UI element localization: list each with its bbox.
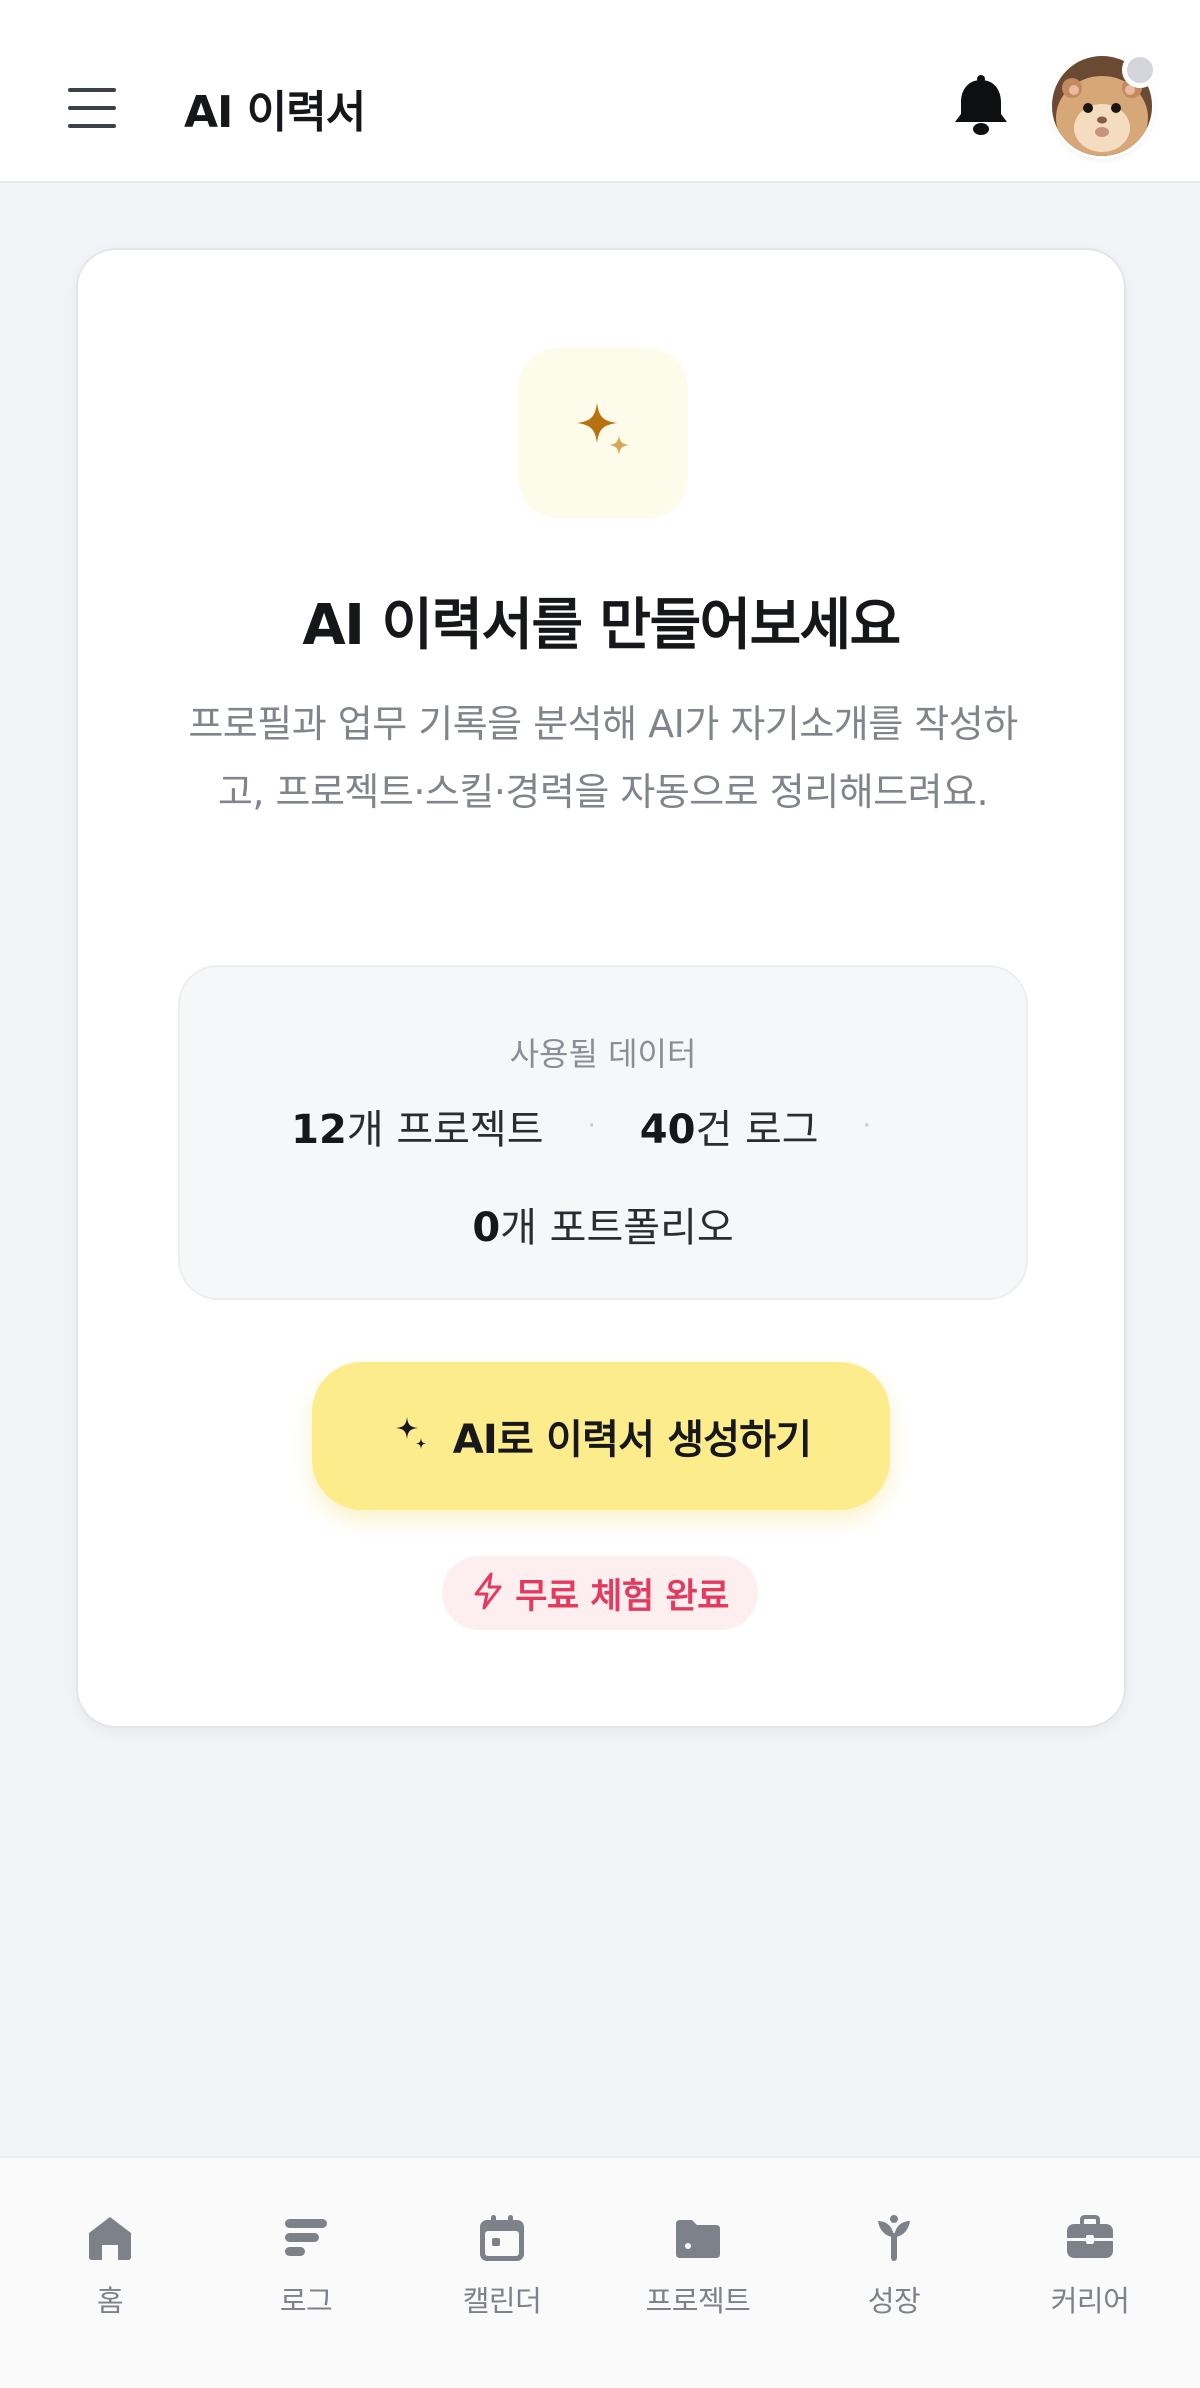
sparkle-icon	[391, 1414, 431, 1458]
data-summary-row: 0개 포트폴리오	[180, 1195, 1026, 1253]
page-title: AI 이력서	[184, 87, 366, 138]
nav-label: 캘린더	[462, 2284, 542, 2318]
nav-label: 성장	[867, 2284, 921, 2318]
briefcase-icon	[1062, 2210, 1118, 2266]
bell-icon[interactable]	[950, 74, 1012, 140]
data-summary-box: 사용될 데이터 12개 프로젝트 · 40건 로그 · 0개 포트폴리오	[178, 965, 1028, 1300]
bottom-navigation: 홈 로그 캘린더 프로젝트 성장 커리어	[0, 2156, 1200, 2388]
status-indicator-dot	[1122, 52, 1158, 88]
log-count: 40건 로그	[639, 1107, 819, 1153]
nav-item-project[interactable]: 프로젝트	[600, 2210, 796, 2330]
home-icon	[82, 2210, 138, 2266]
log-lines-icon	[278, 2210, 334, 2266]
nav-label: 커리어	[1050, 2284, 1130, 2318]
trial-status-label: 무료 체험 완료	[515, 1576, 729, 1617]
data-summary-label: 사용될 데이터	[509, 1035, 697, 1073]
calendar-icon	[474, 2210, 530, 2266]
card-description: 프로필과 업무 기록을 분석해 AI가 자기소개를 작성하고, 프로젝트·스킬·…	[188, 702, 1018, 814]
separator-dot: ·	[862, 1111, 871, 1141]
generate-resume-label: AI로 이력서 생성하기	[452, 1417, 812, 1463]
nav-item-calendar[interactable]: 캘린더	[404, 2210, 600, 2330]
nav-label: 홈	[96, 2284, 124, 2318]
portfolio-count: 0개 포트폴리오	[472, 1205, 734, 1251]
separator-dot: ·	[587, 1111, 596, 1141]
trial-status-badge: 무료 체험 완료	[442, 1556, 758, 1630]
lightning-icon	[471, 1572, 505, 1614]
sparkle-icon	[518, 348, 688, 518]
card-title: AI 이력서를 만들어보세요	[302, 593, 901, 658]
nav-item-log[interactable]: 로그	[208, 2210, 404, 2330]
nav-label: 로그	[279, 2284, 333, 2318]
project-count: 12개 프로젝트	[291, 1107, 544, 1153]
data-summary-row: 12개 프로젝트 · 40건 로그 ·	[180, 1097, 1026, 1155]
generate-resume-button[interactable]: AI로 이력서 생성하기	[312, 1362, 890, 1510]
nav-item-home[interactable]: 홈	[12, 2210, 208, 2330]
nav-item-career[interactable]: 커리어	[992, 2210, 1188, 2330]
nav-item-growth[interactable]: 성장	[796, 2210, 992, 2330]
top-app-bar: AI 이력서	[0, 0, 1200, 183]
ai-resume-intro-card: AI 이력서를 만들어보세요 프로필과 업무 기록을 분석해 AI가 자기소개를…	[76, 248, 1126, 1728]
nav-label: 프로젝트	[645, 2284, 751, 2318]
sprout-icon	[866, 2210, 922, 2266]
hamburger-menu-icon[interactable]	[56, 72, 128, 144]
folder-icon	[670, 2210, 726, 2266]
